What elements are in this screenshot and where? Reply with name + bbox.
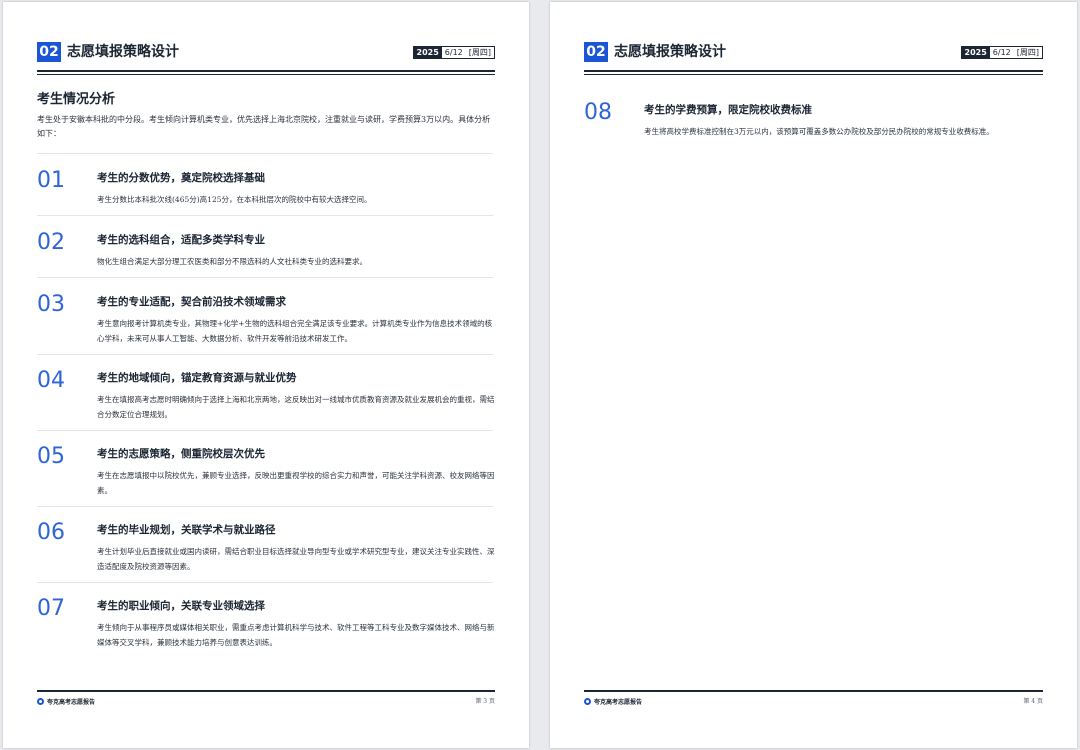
item-title: 考生的职业倾向，关联专业领域选择 <box>97 600 265 612</box>
date-weekday: [周四] <box>1016 48 1039 57</box>
item-number: 02 <box>37 230 65 255</box>
item-description: 考生分数比本科批次线(465分)高125分，在本科批层次的院校中有较大选择空间。 <box>97 195 372 204</box>
chapter-number-badge: 02 <box>584 42 608 62</box>
item-description: 物化生组合满足大部分理工农医类和部分不限选科的人文社科类专业的选科要求。 <box>97 257 367 266</box>
item-number: 06 <box>37 520 65 545</box>
divider <box>37 582 493 583</box>
item-number: 04 <box>37 368 65 393</box>
footer-divider <box>584 690 1043 692</box>
section-intro: 考生处于安徽本科批的中分段。考生倾向计算机类专业，优先选择上海北京院校，注重就业… <box>37 115 491 138</box>
item-description: 考生意向报考计算机类专业，其物理+化学+生物的选科组合完全满足该专业要求。计算机… <box>97 319 493 343</box>
report-page-3: 02 志愿填报策略设计 2025 6/12 [周四] 考生情况分析 考生处于安徽… <box>3 2 529 748</box>
page-number: 第 3 页 <box>475 698 495 705</box>
item-title: 考生的专业适配，契合前沿技术领域需求 <box>97 296 286 308</box>
date-stamp: 2025 6/12 [周四] <box>412 46 495 59</box>
page-header: 02 志愿填报策略设计 2025 6/12 [周四] <box>37 40 495 64</box>
divider <box>37 430 493 431</box>
brand-name: 夸克高考志愿报告 <box>594 699 643 706</box>
chapter-title: 志愿填报策略设计 <box>614 44 726 60</box>
header-divider <box>584 70 1043 72</box>
item-number: 03 <box>37 292 65 317</box>
brand-name: 夸克高考志愿报告 <box>47 699 96 706</box>
date-stamp: 2025 6/12 [周四] <box>960 46 1043 59</box>
item-description: 考生在志愿填报中以院校优先，兼顾专业选择，反映出更重视学校的综合实力和声誉，可能… <box>97 471 495 495</box>
item-number: 01 <box>37 168 65 193</box>
item-title: 考生的选科组合，适配多类学科专业 <box>97 234 265 246</box>
item-title: 考生的地域倾向，锚定教育资源与就业优势 <box>97 372 297 384</box>
divider <box>37 277 493 278</box>
item-description: 考生计划毕业后直接就业或国内读研，需结合职业目标选择就业导向型专业或学术研究型专… <box>97 547 495 571</box>
footer-brand: 夸克高考志愿报告 <box>37 697 95 706</box>
item-title: 考生的学费预算，限定院校收费标准 <box>644 104 812 116</box>
page-number: 第 4 页 <box>1023 698 1043 705</box>
date-year: 2025 <box>961 47 990 58</box>
item-description: 考生将高校学费标准控制在3万元以内，该预算可覆盖多数公办院校及部分民办院校的常规… <box>644 127 994 136</box>
item-description: 考生倾向于从事程序员或媒体相关职业，需重点考虑计算机科学与技术、软件工程等工科专… <box>97 623 495 647</box>
item-number: 08 <box>584 100 612 125</box>
chapter-title: 志愿填报策略设计 <box>67 44 179 60</box>
brand-logo-icon <box>584 698 591 705</box>
divider <box>37 506 493 507</box>
date-month-day: 6/12 <box>992 48 1011 57</box>
divider <box>37 354 493 355</box>
footer-brand: 夸克高考志愿报告 <box>584 697 642 706</box>
page-header: 02 志愿填报策略设计 2025 6/12 [周四] <box>584 40 1043 64</box>
item-title: 考生的分数优势，奠定院校选择基础 <box>97 172 265 184</box>
divider <box>37 215 493 216</box>
report-page-4: 02 志愿填报策略设计 2025 6/12 [周四] 08 考生的学费预算，限定… <box>550 2 1077 748</box>
section-title: 考生情况分析 <box>37 92 116 107</box>
date-month-day: 6/12 <box>444 48 463 57</box>
item-number: 07 <box>37 596 65 621</box>
date-year: 2025 <box>413 47 442 58</box>
footer-divider <box>37 690 495 692</box>
chapter-number-badge: 02 <box>37 42 61 62</box>
brand-logo-icon <box>37 698 44 705</box>
item-title: 考生的志愿策略，侧重院校层次优先 <box>97 448 265 460</box>
divider <box>37 153 493 154</box>
header-divider-thin <box>584 74 1043 75</box>
item-number: 05 <box>37 444 65 469</box>
item-title: 考生的毕业规划，关联学术与就业路径 <box>97 524 276 536</box>
item-description: 考生在填报高考志愿时明确倾向于选择上海和北京两地，这反映出对一线城市优质教育资源… <box>97 395 495 419</box>
header-divider <box>37 70 495 72</box>
date-weekday: [周四] <box>468 48 491 57</box>
header-divider-thin <box>37 74 495 75</box>
